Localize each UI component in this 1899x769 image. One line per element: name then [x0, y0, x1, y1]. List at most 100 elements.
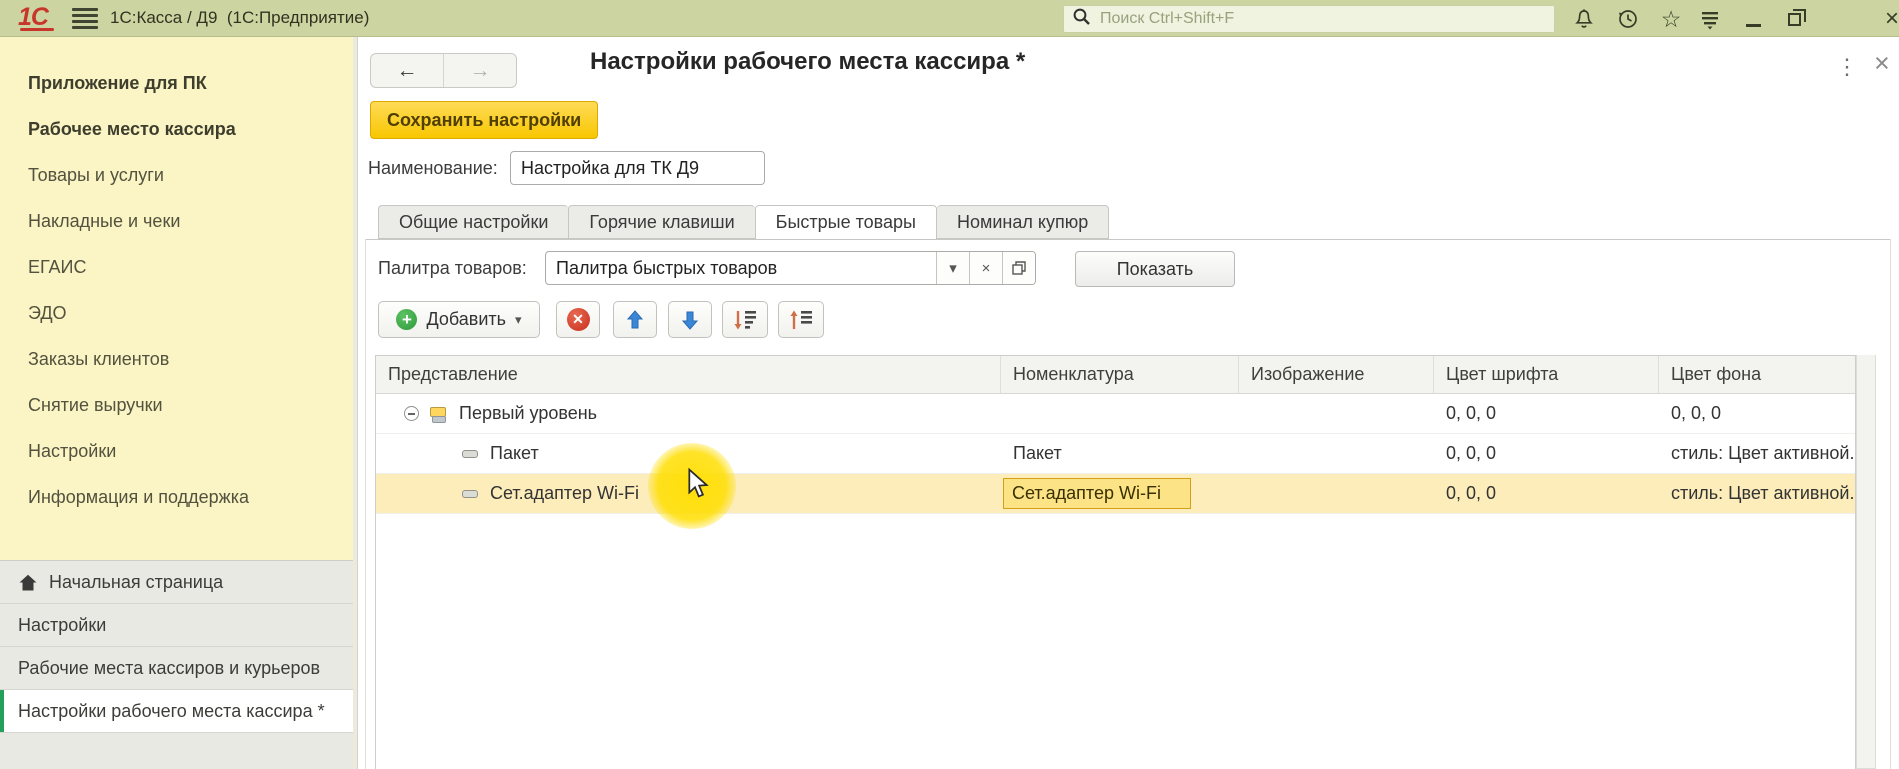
save-settings-button[interactable]: Сохранить настройки — [370, 101, 599, 139]
group-icon — [429, 406, 447, 423]
global-search[interactable] — [1063, 5, 1555, 33]
sidebar-menu: Приложение для ПК Рабочее место кассира То… — [0, 60, 353, 520]
app-titlebar: 1С 1С:Касса / Д9 (1С:Предприятие) ☆ × — [0, 0, 1899, 37]
cell-font-color[interactable]: 0, 0, 0 — [1434, 474, 1659, 513]
restore-icon[interactable] — [1778, 4, 1810, 34]
delete-button[interactable]: ✕ — [556, 301, 600, 338]
cell-image[interactable] — [1239, 394, 1434, 433]
bell-icon[interactable] — [1568, 4, 1600, 34]
column-header[interactable]: Изображение — [1239, 356, 1434, 393]
form-area: ← → Настройки рабочего места кассира * ⋮… — [358, 37, 1899, 769]
table-row[interactable]: Сет.адаптер Wi-Fi Сет.адаптер Wi-Fi 0, 0, … — [376, 474, 1855, 514]
column-header[interactable]: Цвет шрифта — [1434, 356, 1659, 393]
row-label: Пакет — [490, 443, 539, 463]
move-up-icon — [626, 309, 644, 328]
quick-goods-table: Представление Номенклатура Изображение Цвет… — [375, 355, 1856, 769]
move-down-button[interactable] — [668, 301, 712, 338]
page-title: Настройки рабочего места кассира * — [590, 48, 1026, 75]
column-header[interactable]: Представление — [376, 356, 1001, 393]
minimize-icon[interactable] — [1737, 4, 1769, 34]
cell-nomenclature[interactable]: Сет.адаптер Wi-Fi — [1001, 474, 1239, 513]
add-button-label: Добавить — [426, 309, 507, 329]
cell-presentation[interactable]: Сет.адаптер Wi-Fi — [376, 474, 1001, 513]
row-label: Сет.адаптер Wi-Fi — [490, 483, 639, 503]
sidebar-item[interactable]: Рабочее место кассира — [0, 106, 353, 152]
cell-image[interactable] — [1239, 474, 1434, 513]
cell-bg-color[interactable]: 0, 0, 0 — [1659, 394, 1853, 433]
history-icon[interactable] — [1612, 4, 1644, 34]
open-list-icon[interactable] — [1002, 252, 1035, 284]
show-button[interactable]: Показать — [1075, 251, 1235, 287]
cell-bg-color[interactable]: стиль: Цвет активной... — [1659, 474, 1853, 513]
cell-font-color[interactable]: 0, 0, 0 — [1434, 434, 1659, 473]
search-input[interactable] — [1098, 9, 1528, 29]
sidebar-item[interactable]: Товары и услуги — [0, 152, 353, 198]
item-dash-icon — [462, 449, 478, 458]
add-button[interactable]: + Добавить ▾ — [378, 301, 540, 338]
table-body: Первый уровень 0, 0, 0 0, 0, 0 Пакет Пакет 0,… — [376, 394, 1855, 514]
table-header: Представление Номенклатура Изображение Цвет… — [376, 356, 1855, 394]
row-label: Первый уровень — [459, 403, 598, 423]
sidebar: Приложение для ПК Рабочее место кассира То… — [0, 37, 353, 769]
sidebar-item[interactable]: Накладные и чеки — [0, 198, 353, 244]
back-button[interactable]: ← — [371, 54, 444, 87]
cell-nomenclature[interactable]: Пакет — [1001, 434, 1239, 473]
table-scrollbar[interactable] — [1856, 355, 1876, 769]
sidebar-item[interactable]: Заказы клиентов — [0, 336, 353, 382]
cell-font-color[interactable]: 0, 0, 0 — [1434, 394, 1659, 433]
cell-presentation[interactable]: Первый уровень — [376, 394, 1001, 433]
cell-bg-color[interactable]: стиль: Цвет активной... — [1659, 434, 1853, 473]
forward-button[interactable]: → — [444, 54, 516, 87]
more-menu-icon[interactable]: ⋮ — [1836, 54, 1858, 80]
navigation-buttons: ← → — [370, 53, 517, 88]
collapse-icon[interactable] — [404, 406, 419, 421]
name-input[interactable] — [510, 151, 765, 185]
dock-item[interactable]: Начальная страница — [0, 561, 353, 604]
dock-item-label: Настройки — [18, 614, 107, 635]
sidebar-divider — [353, 37, 358, 769]
palette-label: Палитра товаров: — [378, 258, 527, 278]
nomenclature-edit-cell[interactable]: Сет.адаптер Wi-Fi — [1003, 478, 1191, 509]
tab-inactive[interactable]: Общие настройки — [378, 205, 569, 239]
dock-item[interactable]: Настройки — [0, 604, 353, 647]
clear-icon[interactable]: × — [969, 252, 1002, 284]
close-icon[interactable]: × — [1876, 4, 1899, 34]
dock-item-label: Настройки рабочего места кассира * — [18, 700, 325, 721]
1c-logo-icon: 1С — [18, 3, 54, 31]
cell-image[interactable] — [1239, 434, 1434, 473]
table-row[interactable]: Первый уровень 0, 0, 0 0, 0, 0 — [376, 394, 1855, 434]
tab-active[interactable]: Быстрые товары — [754, 205, 937, 240]
search-icon — [1072, 7, 1091, 31]
chevron-down-icon: ▾ — [515, 311, 522, 327]
dock-item[interactable]: Настройки рабочего места кассира * — [0, 690, 353, 733]
name-label: Наименование: — [368, 158, 498, 178]
sidebar-item[interactable]: Настройки — [0, 428, 353, 474]
sidebar-item[interactable]: Снятие выручки — [0, 382, 353, 428]
sort-descending-button[interactable] — [722, 301, 768, 338]
dock-item[interactable]: Рабочие места кассиров и курьеров — [0, 647, 353, 690]
tab-inactive[interactable]: Номинал купюр — [936, 205, 1110, 239]
cell-nomenclature[interactable] — [1001, 394, 1239, 433]
dock-item-label: Начальная страница — [49, 571, 224, 592]
form-close-icon[interactable]: × — [1874, 50, 1890, 77]
sidebar-item[interactable]: Приложение для ПК — [0, 60, 353, 106]
full-functions-icon[interactable] — [1694, 4, 1726, 34]
sidebar-item[interactable]: ЭДО — [0, 290, 353, 336]
tab-inactive[interactable]: Горячие клавиши — [568, 205, 755, 239]
tab-bar: Общие настройки Горячие клавиши Быстрые то… — [378, 205, 1110, 240]
sidebar-item[interactable]: ЕГАИС — [0, 244, 353, 290]
sidebar-item[interactable]: Информация и поддержка — [0, 474, 353, 520]
move-up-button[interactable] — [613, 301, 657, 338]
main-menu-icon[interactable] — [72, 8, 98, 29]
delete-icon: ✕ — [566, 308, 590, 331]
cell-presentation[interactable]: Пакет — [376, 434, 1001, 473]
favorites-star-icon[interactable]: ☆ — [1655, 4, 1687, 34]
dropdown-arrow-icon[interactable]: ▾ — [936, 252, 969, 284]
table-row[interactable]: Пакет Пакет 0, 0, 0 стиль: Цвет активной... — [376, 434, 1855, 474]
window-title: 1С:Касса / Д9 (1С:Предприятие) — [110, 8, 370, 27]
column-header[interactable]: Номенклатура — [1001, 356, 1239, 393]
column-header[interactable]: Цвет фона — [1659, 356, 1853, 393]
sort-ascending-button[interactable] — [778, 301, 824, 338]
palette-value[interactable]: Палитра быстрых товаров — [546, 252, 936, 284]
palette-combobox[interactable]: Палитра быстрых товаров ▾ × — [545, 251, 1036, 285]
